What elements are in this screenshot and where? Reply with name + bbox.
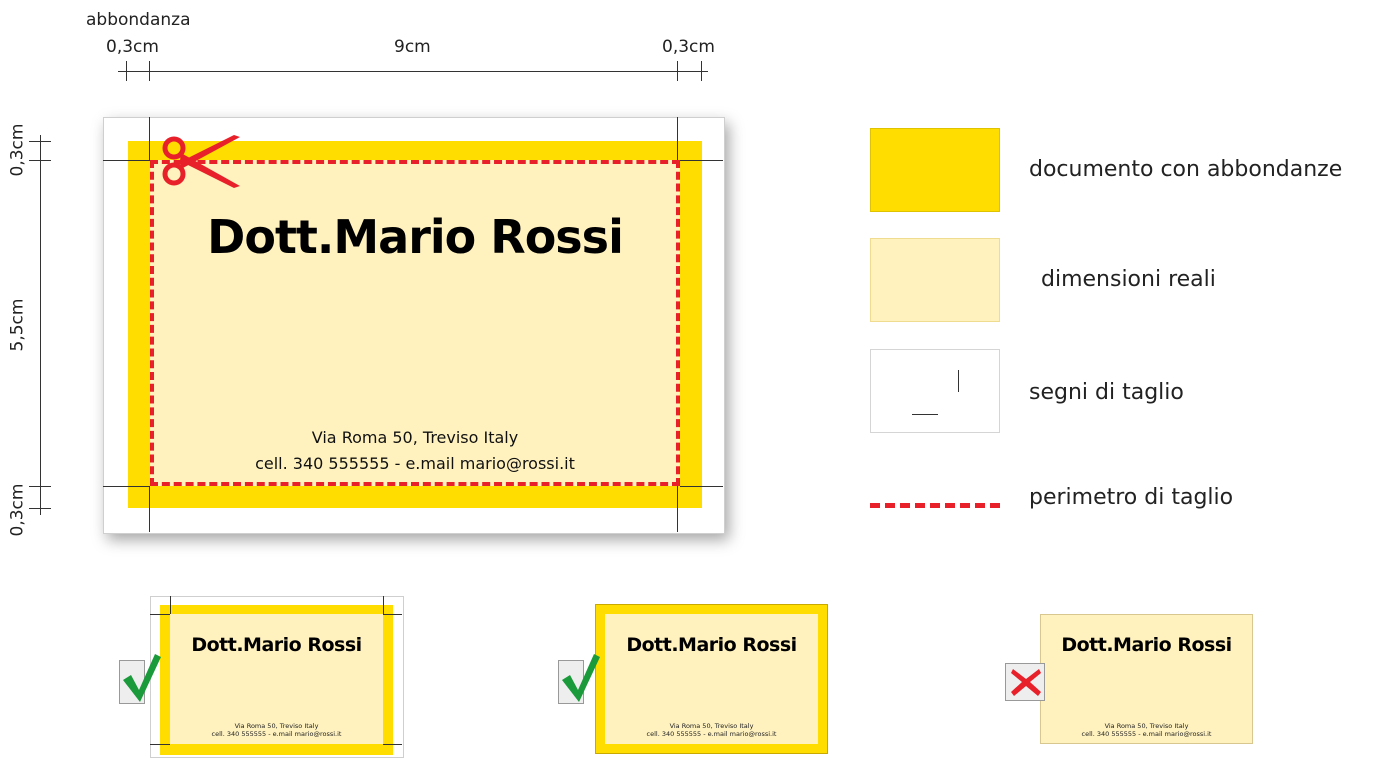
dim-tick bbox=[701, 61, 702, 81]
dim-tick bbox=[29, 508, 51, 509]
bleed-bottom-label: 0,3cm bbox=[7, 483, 28, 537]
crop-mark bbox=[383, 596, 384, 614]
crop-mark bbox=[383, 744, 402, 745]
dim-tick bbox=[29, 486, 51, 487]
height-dimension-line bbox=[40, 135, 41, 515]
scissors-icon bbox=[162, 135, 240, 188]
crop-mark bbox=[958, 370, 959, 392]
example-2-address: Via Roma 50, Treviso Italy bbox=[669, 722, 754, 730]
card-contact: cell. 340 555555 - e.mail mario@rossi.it bbox=[255, 454, 575, 473]
example-1-address: Via Roma 50, Treviso Italy bbox=[234, 722, 319, 730]
legend-swatch-crop-marks bbox=[870, 349, 1000, 433]
width-dimension-line bbox=[118, 71, 708, 72]
legend-label-trim: dimensioni reali bbox=[1041, 267, 1216, 292]
width-label: 9cm bbox=[394, 37, 431, 57]
crop-mark bbox=[170, 596, 171, 614]
crop-mark bbox=[912, 414, 938, 415]
bleed-left-label: 0,3cm bbox=[106, 37, 159, 57]
card-address: Via Roma 50, Treviso Italy bbox=[311, 428, 519, 447]
dim-tick bbox=[677, 61, 678, 81]
crop-mark bbox=[149, 486, 150, 508]
crop-mark bbox=[150, 744, 170, 745]
dim-tick bbox=[29, 160, 51, 161]
legend-label-cut-line: perimetro di taglio bbox=[1029, 485, 1234, 510]
crop-mark bbox=[128, 160, 150, 161]
crop-mark bbox=[680, 486, 702, 487]
crop-mark bbox=[680, 160, 702, 161]
crop-mark bbox=[677, 141, 678, 160]
legend-swatch-cut-line bbox=[870, 503, 1000, 508]
legend-label-crop-marks: segni di taglio bbox=[1029, 380, 1184, 405]
crop-mark bbox=[149, 141, 150, 160]
check-icon bbox=[562, 654, 600, 702]
legend-swatch-trim bbox=[870, 238, 1000, 322]
crop-mark bbox=[150, 614, 170, 615]
crop-mark bbox=[677, 486, 678, 508]
legend-swatch-bleed bbox=[870, 128, 1000, 212]
height-label: 5,5cm bbox=[7, 298, 28, 352]
bleed-caption: abbondanza bbox=[86, 10, 191, 30]
example-2-name: Dott.Mario Rossi bbox=[626, 634, 797, 656]
dim-tick bbox=[29, 141, 51, 142]
example-3-address: Via Roma 50, Treviso Italy bbox=[1104, 722, 1189, 730]
crop-mark bbox=[383, 614, 402, 615]
check-icon bbox=[123, 654, 161, 702]
cross-icon bbox=[1011, 669, 1041, 696]
legend-label-bleed: documento con abbondanze bbox=[1029, 157, 1343, 182]
bleed-right-label: 0,3cm bbox=[662, 37, 715, 57]
dim-tick bbox=[126, 61, 127, 81]
example-1-name: Dott.Mario Rossi bbox=[191, 634, 362, 656]
example-3-name: Dott.Mario Rossi bbox=[1061, 634, 1232, 656]
bleed-top-label: 0,3cm bbox=[7, 123, 28, 177]
dim-tick bbox=[149, 61, 150, 81]
example-3-contact: cell. 340 555555 - e.mail mario@rossi.it bbox=[1081, 730, 1212, 738]
card-name: Dott.Mario Rossi bbox=[207, 210, 624, 264]
example-2-contact: cell. 340 555555 - e.mail mario@rossi.it bbox=[646, 730, 777, 738]
example-1-contact: cell. 340 555555 - e.mail mario@rossi.it bbox=[211, 730, 342, 738]
crop-mark bbox=[128, 486, 150, 487]
